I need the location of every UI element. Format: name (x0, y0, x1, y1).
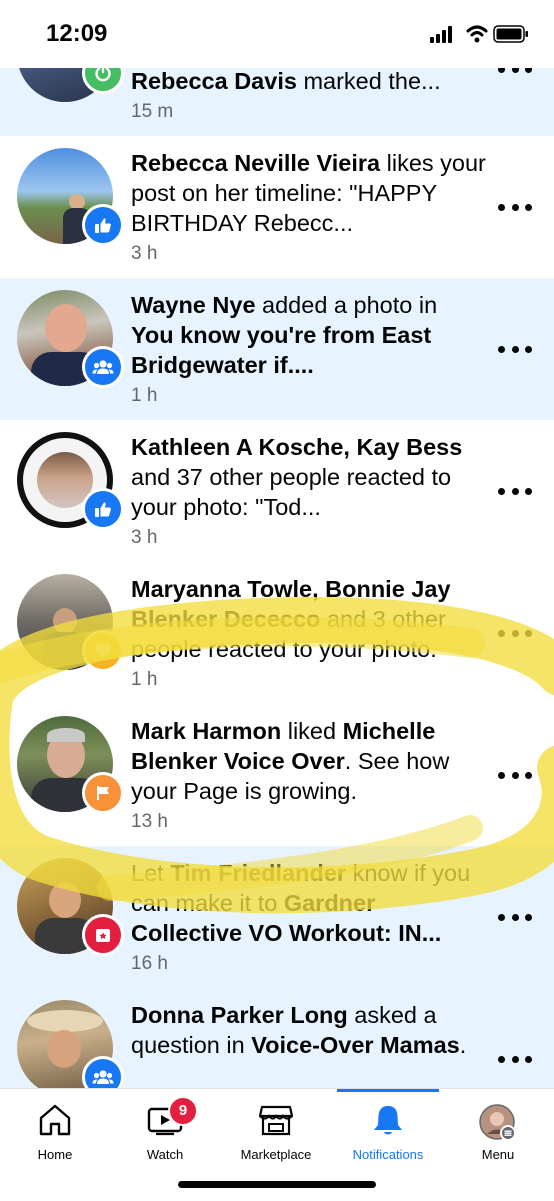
notification-text: Donna Parker Long asked a question in Vo… (131, 1000, 486, 1060)
notification-text: Rebecca Davis marked the... 15 m (131, 68, 486, 125)
bell-icon (370, 1103, 406, 1144)
notification-item[interactable]: Wayne Nye added a photo in You know you'… (0, 278, 554, 420)
tab-menu[interactable]: Menu (443, 1089, 553, 1179)
notification-item[interactable]: Donna Parker Long asked a question in Vo… (0, 988, 554, 1088)
flag-icon (82, 772, 124, 814)
notification-time: 1 h (131, 669, 158, 690)
notification-item[interactable]: Rebecca Davis marked the... 15 m (0, 68, 554, 136)
text-segment: marked the... (296, 68, 441, 94)
more-options-button[interactable] (498, 192, 532, 222)
tab-label: Home (37, 1147, 73, 1162)
text-segment: . (459, 1032, 467, 1058)
battery-icon (493, 25, 528, 43)
watch-count-badge: 9 (168, 1096, 198, 1126)
notification-time: 1 h (131, 385, 158, 406)
status-bar: 12:09 (0, 0, 554, 68)
more-options-button[interactable] (498, 68, 532, 84)
tab-label: Menu (481, 1147, 515, 1162)
tab-label: Watch (146, 1147, 184, 1162)
notification-text: Wayne Nye added a photo in You know you'… (131, 290, 486, 409)
notification-item[interactable]: Maryanna Towle, Bonnie Jay Blenker Decec… (0, 562, 554, 704)
notification-time: 16 h (131, 953, 168, 974)
text-segment: Rebecca Davis (131, 68, 297, 94)
tab-home[interactable]: Home (0, 1089, 110, 1179)
notification-item[interactable]: Mark Harmon liked Michelle Blenker Voice… (0, 704, 554, 846)
text-segment: and 37 other people reacted to your phot… (131, 464, 452, 520)
text-segment: Tim Friedlander (170, 860, 347, 886)
text-segment: Let (131, 860, 171, 886)
text-segment: You know you're from East Bridgewater if… (131, 322, 432, 378)
marketplace-store-icon (257, 1103, 295, 1142)
home-indicator (178, 1181, 376, 1188)
group-icon (82, 346, 124, 388)
tab-marketplace[interactable]: Marketplace (221, 1089, 331, 1179)
text-segment: Rebecca Neville Vieira (131, 150, 381, 176)
status-icons (430, 24, 530, 44)
text-segment: Wayne Nye (131, 292, 256, 318)
calendar-star-icon (82, 914, 124, 956)
notification-time: 13 h (131, 811, 168, 832)
text-segment: Mark Harmon (131, 718, 282, 744)
more-options-button[interactable] (498, 1044, 532, 1074)
heart-icon (82, 630, 124, 672)
notification-text: Rebecca Neville Vieira likes your post o… (131, 148, 486, 267)
tab-notifications[interactable]: Notifications (333, 1089, 443, 1179)
tab-label: Marketplace (240, 1147, 312, 1162)
notification-text: Maryanna Towle, Bonnie Jay Blenker Decec… (131, 574, 486, 693)
signal-bars-icon (430, 26, 452, 43)
text-segment: Voice-Over Mamas (251, 1032, 460, 1058)
more-options-button[interactable] (498, 476, 532, 506)
notification-text: Let Tim Friedlander know if you can make… (131, 858, 486, 977)
more-options-button[interactable] (498, 760, 532, 790)
notification-time: 15 m (131, 101, 174, 122)
tab-label: Notifications (352, 1147, 424, 1162)
notification-item[interactable]: Kathleen A Kosche, Kay Bess and 37 other… (0, 420, 554, 562)
home-icon (37, 1103, 73, 1142)
more-options-button[interactable] (498, 902, 532, 932)
profile-avatar-icon (478, 1103, 518, 1148)
text-segment: added a photo in (255, 292, 438, 318)
thumbs-up-icon (82, 488, 124, 530)
text-segment: Donna Parker Long (131, 1002, 348, 1028)
thumbs-up-icon (82, 204, 124, 246)
notification-time: 3 h (131, 527, 158, 548)
more-options-button[interactable] (498, 334, 532, 364)
notification-time: 3 h (131, 243, 158, 264)
more-options-button[interactable] (498, 618, 532, 648)
notification-item[interactable]: Let Tim Friedlander know if you can make… (0, 846, 554, 988)
status-time: 12:09 (46, 20, 108, 47)
tab-watch[interactable]: Watch (110, 1089, 220, 1179)
notification-text: Kathleen A Kosche, Kay Bess and 37 other… (131, 432, 486, 551)
text-segment: liked (281, 718, 343, 744)
notifications-list[interactable]: Rebecca Davis marked the... 15 m Rebecca… (0, 68, 554, 1088)
wifi-icon (466, 25, 488, 43)
text-segment: Kathleen A Kosche, Kay Bess (131, 434, 463, 460)
notification-text: Mark Harmon liked Michelle Blenker Voice… (131, 716, 486, 835)
group-icon (82, 1056, 124, 1088)
notification-item[interactable]: Rebecca Neville Vieira likes your post o… (0, 136, 554, 278)
